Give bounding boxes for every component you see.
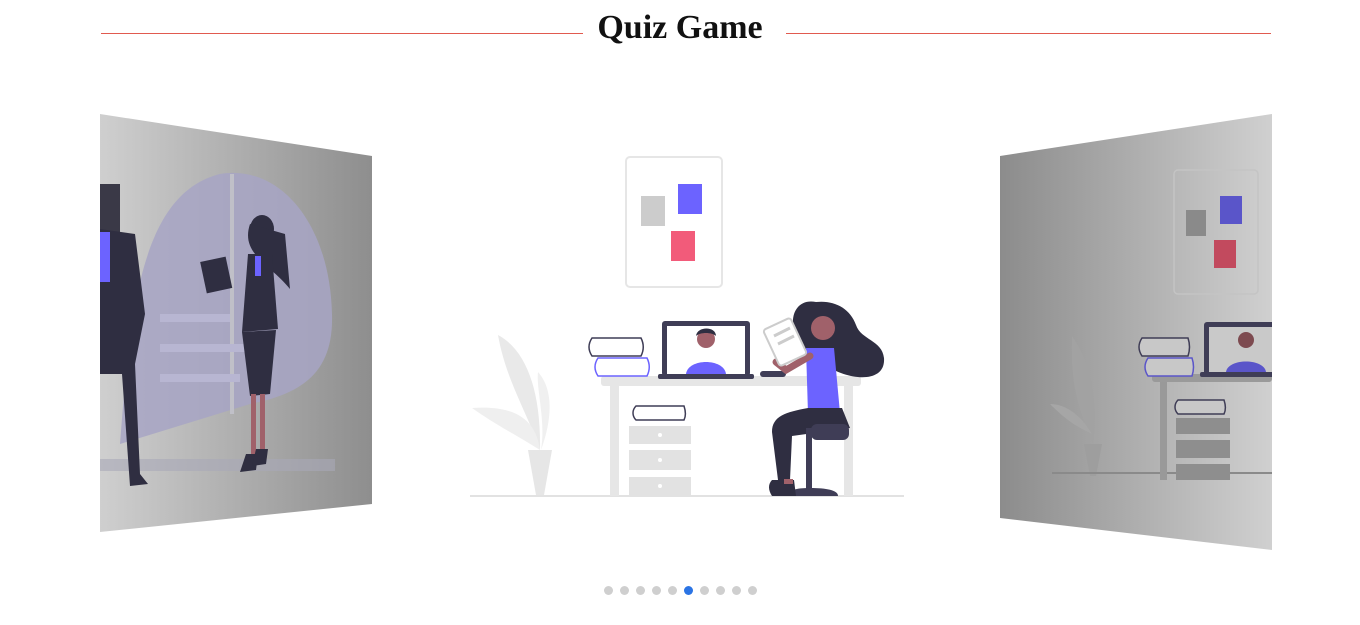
remote-work-illustration: [470, 156, 904, 497]
carousel-slide-active[interactable]: [466, 150, 906, 505]
carousel-pagination: [0, 586, 1360, 598]
carousel-dot[interactable]: [651, 586, 661, 595]
carousel-dot[interactable]: [603, 586, 613, 595]
carousel-dot[interactable]: [667, 586, 677, 595]
business-illustration: [100, 114, 372, 532]
remote-work-illustration-dim: [1000, 114, 1272, 550]
page-title: Quiz Game: [583, 9, 777, 46]
carousel-slide-next[interactable]: [1000, 114, 1272, 550]
carousel-dot[interactable]: [715, 586, 725, 595]
header: Quiz Game: [0, 0, 1360, 62]
wall-frame: [625, 156, 723, 288]
carousel-dot[interactable]: [731, 586, 741, 595]
carousel-dot[interactable]: [747, 586, 757, 595]
carousel-dot[interactable]: [619, 586, 629, 595]
carousel-dot[interactable]: [699, 586, 709, 595]
carousel-dot[interactable]: [635, 586, 645, 595]
carousel-dot-active[interactable]: [683, 586, 693, 595]
carousel-slide-prev[interactable]: [100, 114, 372, 532]
